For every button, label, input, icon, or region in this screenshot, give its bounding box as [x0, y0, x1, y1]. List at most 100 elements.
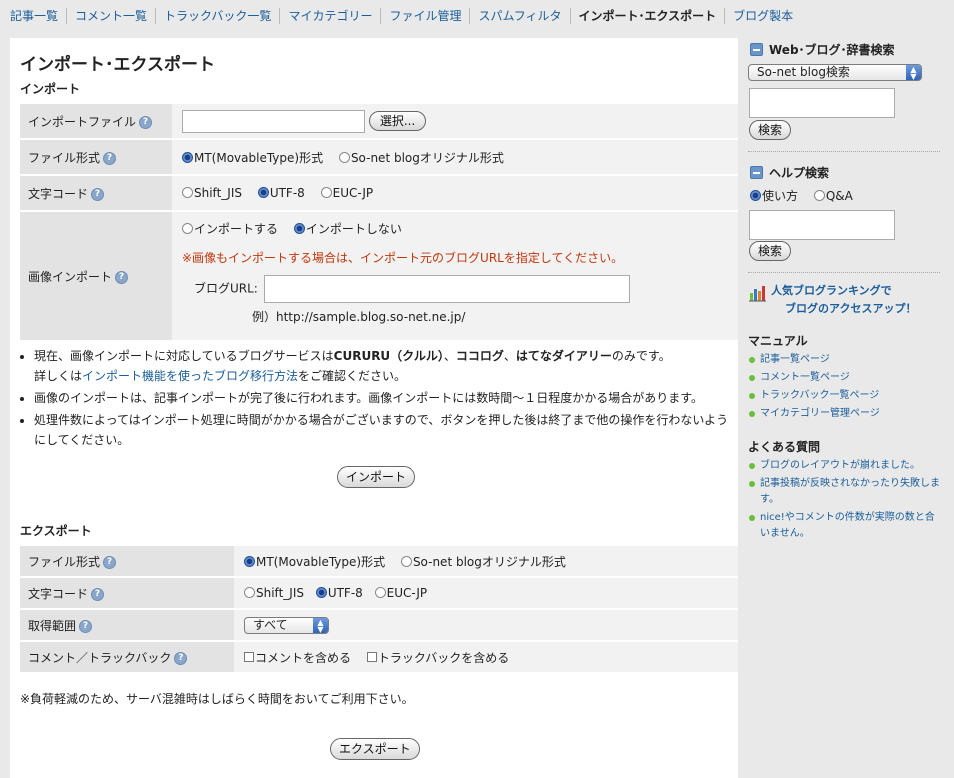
help-search-qa-option[interactable]: Q&A: [813, 189, 853, 203]
tab-comments-link[interactable]: コメント一覧: [75, 9, 147, 23]
help-icon[interactable]: ?: [79, 619, 93, 633]
radio-icon[interactable]: [374, 587, 386, 598]
collapse-icon[interactable]: [750, 43, 763, 56]
tab-file-manager[interactable]: ファイル管理: [380, 8, 469, 24]
web-search-input-wrap: [749, 88, 895, 118]
tab-comments[interactable]: コメント一覧: [66, 8, 155, 24]
import-file-label-cell: インポートファイル?: [20, 104, 172, 138]
list-item[interactable]: 記事投稿が反映されなかったり失敗します。: [748, 476, 943, 508]
ranking-line-1: 人気ブログランキングで: [771, 284, 892, 297]
radio-icon[interactable]: [813, 190, 825, 201]
export-charset-label-cell: 文字コード?: [20, 578, 234, 608]
export-form-table: ファイル形式? MT(MovableType)形式 So-net blogオリジ…: [20, 544, 738, 674]
manual-link[interactable]: トラックバック一覧ページ: [760, 390, 879, 401]
faq-link[interactable]: ブログのレイアウトが崩れました。: [760, 460, 920, 471]
web-search-header[interactable]: Web･ブログ･辞書検索: [750, 41, 895, 58]
list-item[interactable]: 記事一覧ページ: [748, 352, 943, 368]
list-item[interactable]: ブログのレイアウトが崩れました。: [748, 458, 943, 474]
tab-trackbacks-link[interactable]: トラックバック一覧: [164, 9, 271, 23]
note-text: をご確認ください。: [298, 369, 407, 383]
import-note-3: 処理件数によってはインポート処理に時間がかかる場合がございますので、ボタンを押し…: [34, 410, 732, 450]
tab-file-manager-link[interactable]: ファイル管理: [389, 9, 461, 23]
faq-link[interactable]: nice!やコメントの件数が実際の数と合いません。: [760, 512, 935, 539]
import-file-input[interactable]: [182, 109, 365, 133]
radio-selected-icon[interactable]: [750, 190, 761, 201]
blog-url-input[interactable]: [263, 275, 630, 303]
tab-articles-link[interactable]: 記事一覧: [10, 9, 58, 23]
web-search-input[interactable]: [749, 88, 895, 118]
checkbox-icon[interactable]: [244, 652, 254, 662]
list-item[interactable]: nice!やコメントの件数が実際の数と合いません。: [748, 510, 943, 542]
import-charset-sjis-option[interactable]: Shift_JIS: [182, 186, 242, 200]
web-search-button[interactable]: 検索: [749, 120, 792, 140]
export-format-mt-option[interactable]: MT(MovableType)形式: [244, 555, 385, 569]
ranking-link[interactable]: 人気ブログランキングで ブログのアクセスアップ！: [771, 282, 916, 318]
radio-icon[interactable]: [400, 555, 412, 567]
import-format-sonet-option[interactable]: So-net blogオリジナル形式: [338, 151, 504, 165]
tab-import-export[interactable]: インポート･エクスポート: [569, 8, 725, 24]
radio-selected-icon[interactable]: [257, 187, 269, 198]
radio-selected-icon[interactable]: [244, 555, 255, 567]
help-search-header[interactable]: ヘルプ検索: [750, 164, 829, 181]
tab-spam-filter[interactable]: スパムフィルタ: [469, 8, 569, 24]
radio-icon[interactable]: [338, 151, 350, 163]
help-icon[interactable]: ?: [103, 555, 117, 569]
help-search-button[interactable]: 検索: [749, 241, 792, 261]
radio-icon[interactable]: [320, 187, 332, 198]
faq-link[interactable]: 記事投稿が反映されなかったり失敗します。: [760, 478, 940, 505]
radio-icon[interactable]: [244, 587, 255, 598]
list-item[interactable]: トラックバック一覧ページ: [748, 388, 943, 404]
help-icon[interactable]: ?: [139, 115, 153, 129]
tab-articles[interactable]: 記事一覧: [10, 8, 66, 24]
radio-selected-icon[interactable]: [182, 151, 193, 163]
tab-my-category-link[interactable]: マイカテゴリー: [288, 9, 372, 23]
web-search-select[interactable]: So-net blog検索 ▲ ▼: [748, 64, 922, 81]
manual-link[interactable]: マイカテゴリー管理ページ: [760, 408, 880, 419]
radio-selected-icon[interactable]: [293, 223, 305, 234]
export-button[interactable]: エクスポート: [330, 738, 420, 760]
file-select-button[interactable]: 選択...: [368, 111, 427, 131]
radio-icon[interactable]: [182, 187, 193, 198]
blog-url-row: ブログURL:: [194, 275, 630, 303]
help-icon[interactable]: ?: [91, 187, 105, 201]
tab-trackbacks[interactable]: トラックバック一覧: [155, 8, 279, 24]
import-image-no-option[interactable]: インポートしない: [293, 222, 402, 236]
help-icon[interactable]: ?: [174, 651, 188, 665]
include-comments-option[interactable]: コメントを含める: [244, 651, 351, 665]
import-charset-utf8-option[interactable]: UTF-8: [257, 186, 305, 200]
import-format-mt-option[interactable]: MT(MovableType)形式: [182, 151, 323, 165]
list-item[interactable]: マイカテゴリー管理ページ: [748, 406, 943, 422]
import-button[interactable]: インポート: [337, 466, 416, 488]
help-search-input[interactable]: [749, 210, 895, 240]
tab-blog-binding[interactable]: ブログ製本: [724, 8, 801, 24]
help-search-title: ヘルプ検索: [769, 166, 830, 180]
list-item[interactable]: コメント一覧ページ: [748, 370, 943, 386]
import-image-no-label: インポートしない: [305, 222, 402, 236]
export-note: ※負荷軽減のため、サーバ混雑時はしばらく時間をおいてご利用下さい。: [20, 692, 414, 706]
include-trackbacks-option[interactable]: トラックバックを含める: [366, 651, 509, 665]
migration-guide-link[interactable]: インポート機能を使ったブログ移行方法: [82, 369, 298, 383]
help-icon[interactable]: ?: [103, 151, 117, 165]
tab-spam-filter-link[interactable]: スパムフィルタ: [478, 9, 561, 23]
collapse-icon[interactable]: [750, 166, 763, 179]
import-note-2: 画像のインポートは、記事インポートが完了後に行われます。画像インポートには数時間…: [34, 388, 732, 408]
radio-selected-icon[interactable]: [315, 587, 327, 598]
tab-my-category[interactable]: マイカテゴリー: [279, 8, 380, 24]
export-range-select[interactable]: すべて ▲ ▼: [244, 616, 329, 634]
export-charset-sjis-option[interactable]: Shift_JIS: [244, 586, 304, 600]
radio-icon[interactable]: [182, 223, 193, 234]
export-charset-utf8-label: UTF-8: [327, 586, 363, 600]
tab-blog-binding-link[interactable]: ブログ製本: [733, 9, 793, 23]
help-search-howto-option[interactable]: 使い方: [750, 189, 798, 203]
export-charset-utf8-option[interactable]: UTF-8: [315, 586, 363, 600]
manual-link[interactable]: コメント一覧ページ: [760, 372, 850, 383]
import-charset-eucjp-option[interactable]: EUC-JP: [320, 186, 373, 200]
import-image-yes-option[interactable]: インポートする: [182, 222, 278, 236]
export-charset-eucjp-option[interactable]: EUC-JP: [374, 586, 427, 600]
note-sep: 、: [503, 349, 516, 363]
help-icon[interactable]: ?: [115, 270, 129, 284]
checkbox-icon[interactable]: [366, 652, 377, 662]
manual-link[interactable]: 記事一覧ページ: [760, 354, 830, 365]
export-format-sonet-option[interactable]: So-net blogオリジナル形式: [400, 555, 566, 569]
help-icon[interactable]: ?: [91, 587, 105, 601]
